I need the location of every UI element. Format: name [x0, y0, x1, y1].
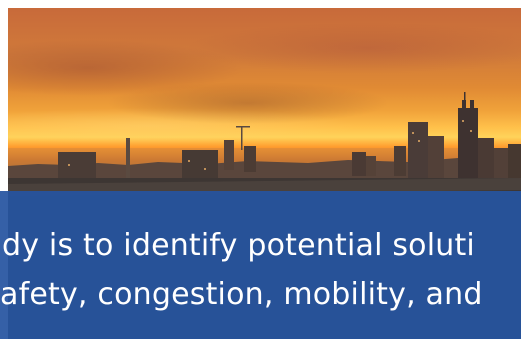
page: dy is to identify potential soluti afety… [0, 0, 521, 339]
caption-text: dy is to identify potential soluti afety… [0, 221, 521, 319]
caption-overlay: dy is to identify potential soluti afety… [0, 191, 521, 339]
caption-line-2: afety, congestion, mobility, and [0, 277, 483, 312]
caption-line-1: dy is to identify potential soluti [2, 228, 475, 263]
